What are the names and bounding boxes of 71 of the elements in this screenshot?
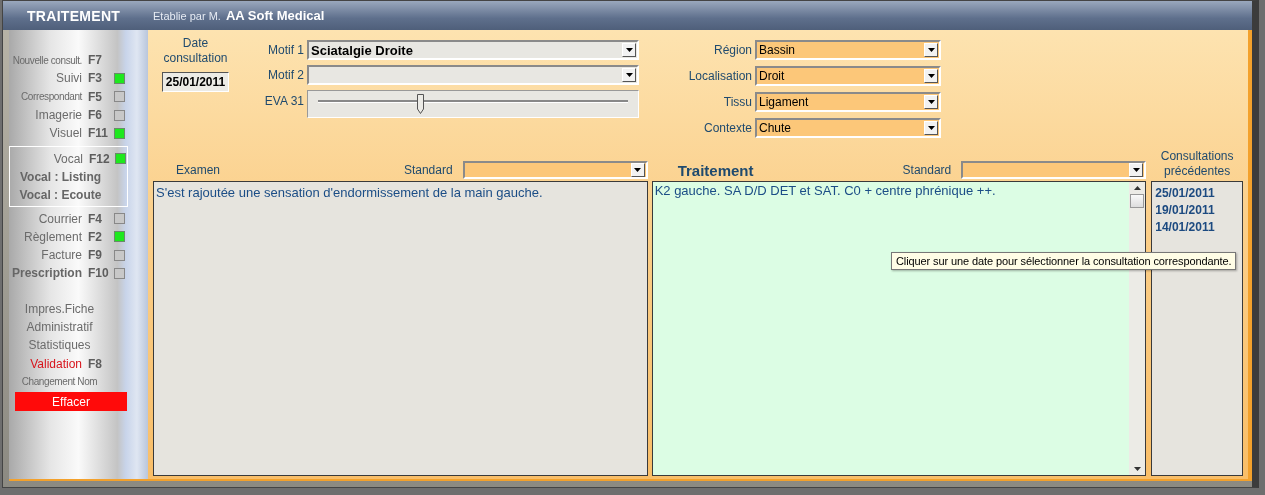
tooltip: Cliquer sur une date pour sélectionner la consultation correspondante. bbox=[891, 252, 1237, 270]
shortcut-key: F10 bbox=[88, 266, 112, 281]
section-title: Traitement bbox=[677, 161, 754, 179]
scroll-down-icon[interactable] bbox=[1133, 467, 1141, 471]
text-area[interactable]: S'est rajoutée une sensation d'endormissement de la main gauche. bbox=[153, 181, 648, 476]
section-title: Consultations précédentes bbox=[1159, 149, 1235, 179]
shortcut-key: F12 bbox=[89, 151, 113, 166]
dropdown-field[interactable]: Ligament bbox=[755, 92, 941, 112]
shortcut-key: F4 bbox=[88, 211, 112, 226]
field-label: Standard bbox=[403, 163, 453, 177]
caret-icon bbox=[924, 43, 938, 57]
shortcut-key: F2 bbox=[88, 229, 112, 244]
scroll-thumb[interactable] bbox=[1130, 194, 1145, 208]
author-label: Etablie par M. bbox=[153, 9, 221, 22]
caret-icon bbox=[622, 68, 636, 82]
caret-icon bbox=[630, 163, 645, 177]
field-label: Région bbox=[712, 43, 753, 57]
field-label: Localisation bbox=[687, 69, 753, 83]
slider-thumb[interactable] bbox=[417, 94, 425, 114]
menu-item[interactable]: Visuel bbox=[9, 126, 88, 141]
author-name: AA Soft Medical bbox=[225, 8, 325, 23]
menu-item[interactable]: Règlement bbox=[9, 229, 88, 244]
shortcut-key: F5 bbox=[88, 89, 112, 104]
field-label: EVA 31 bbox=[263, 93, 305, 108]
menu-item[interactable]: Suivi bbox=[9, 71, 88, 86]
menu-item[interactable]: Facture bbox=[9, 248, 88, 263]
menu-item[interactable]: Impres.Fiche bbox=[9, 301, 112, 316]
dropdown-field[interactable]: Sciatalgie Droite bbox=[307, 40, 639, 60]
menu-item[interactable]: Statistiques bbox=[9, 338, 112, 353]
field-label: Motif 2 bbox=[267, 68, 305, 82]
dropdown-field[interactable]: Bassin bbox=[755, 40, 941, 60]
dropdown-field[interactable] bbox=[307, 65, 639, 85]
caret-icon bbox=[924, 69, 938, 83]
shortcut-key: F7 bbox=[88, 53, 112, 68]
dropdown-field[interactable] bbox=[462, 161, 648, 179]
menu-item[interactable]: Courrier bbox=[9, 211, 88, 226]
menu-item[interactable]: Nouvelle consult. bbox=[9, 54, 88, 66]
menu-item[interactable]: Prescription bbox=[9, 266, 88, 281]
field-label: Date consultation bbox=[162, 36, 229, 66]
section-title: Examen bbox=[176, 163, 221, 177]
caret-icon bbox=[924, 121, 938, 135]
shortcut-key: F9 bbox=[88, 248, 112, 263]
field-label: Standard bbox=[902, 163, 952, 177]
dropdown-field[interactable] bbox=[961, 161, 1147, 179]
shortcut-key: F8 bbox=[88, 356, 112, 371]
window-title: TRAITEMENT bbox=[27, 7, 122, 24]
menu-item[interactable]: Vocal : Listing bbox=[10, 169, 113, 184]
field-label: Tissu bbox=[722, 95, 753, 109]
menu-item[interactable]: Correspondant bbox=[9, 91, 88, 103]
scroll-up-icon[interactable] bbox=[1133, 186, 1141, 190]
dropdown-field[interactable]: Chute bbox=[755, 118, 941, 138]
field-label: Motif 1 bbox=[267, 43, 305, 57]
menu-item[interactable]: Validation bbox=[9, 356, 88, 371]
menu-item[interactable]: Changement Nom bbox=[9, 376, 112, 388]
caret-icon bbox=[622, 43, 636, 57]
menu-item[interactable]: Administratif bbox=[9, 320, 112, 334]
date-link[interactable]: 19/01/2011 bbox=[1155, 202, 1242, 219]
menu-item[interactable]: Imagerie bbox=[9, 108, 88, 123]
caret-icon bbox=[1129, 163, 1144, 177]
menu-item[interactable]: Vocal : Ecoute bbox=[10, 188, 113, 203]
date-field[interactable]: 25/01/2011 bbox=[161, 72, 230, 92]
shortcut-key: F11 bbox=[88, 126, 112, 141]
menu-item[interactable]: Vocal bbox=[10, 151, 89, 166]
date-link[interactable]: 14/01/2011 bbox=[1155, 219, 1242, 236]
delete-button[interactable]: Effacer bbox=[15, 392, 127, 412]
caret-icon bbox=[924, 95, 938, 109]
shortcut-key: F3 bbox=[88, 71, 112, 86]
shortcut-key: F6 bbox=[88, 108, 112, 123]
date-link[interactable]: 25/01/2011 bbox=[1155, 185, 1242, 202]
dropdown-field[interactable]: Droit bbox=[755, 66, 941, 86]
field-label: Contexte bbox=[702, 121, 753, 135]
